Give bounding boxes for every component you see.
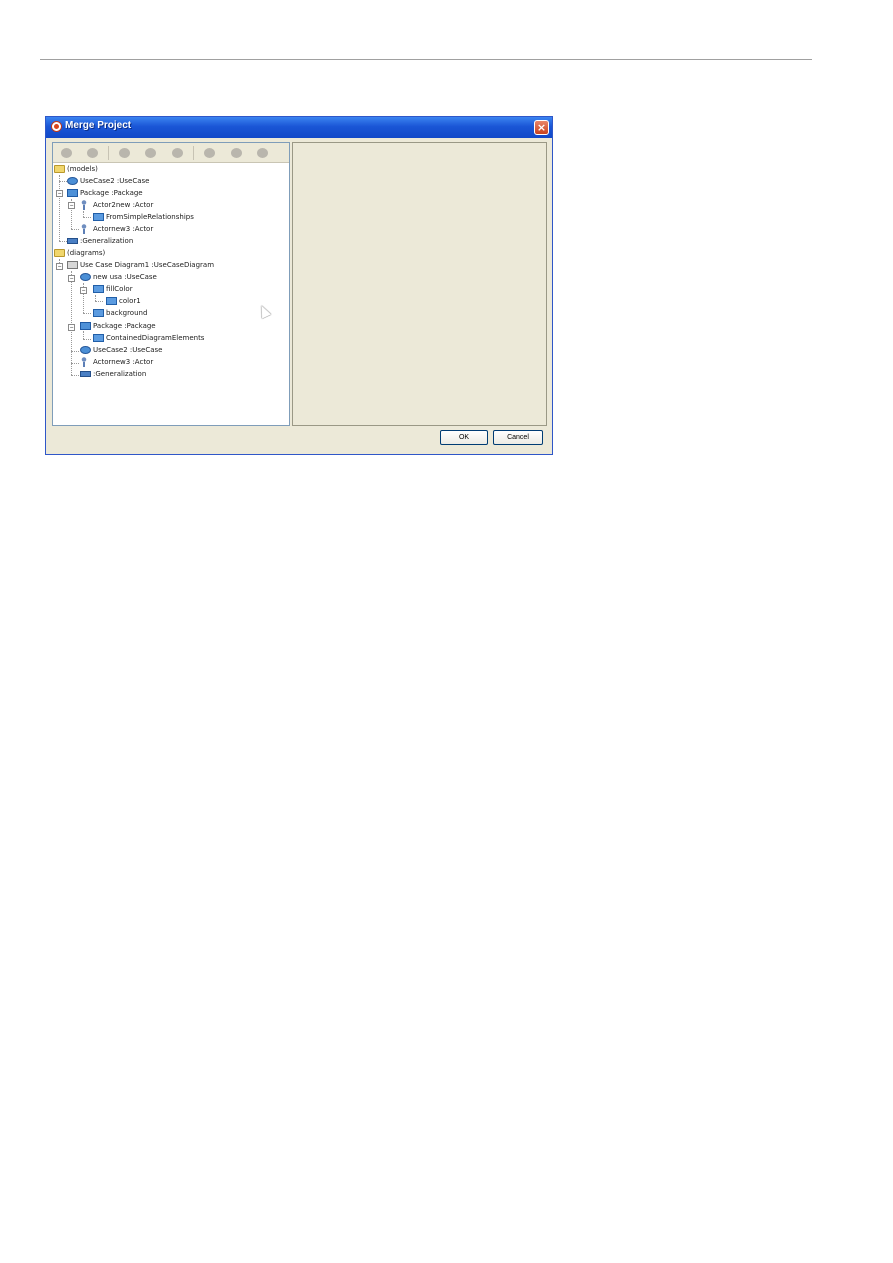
usecase-icon [67, 177, 78, 185]
tree-connector [83, 339, 91, 340]
tree-node-label: color1 [119, 297, 141, 305]
property-icon [93, 334, 104, 342]
property-icon [93, 285, 104, 293]
collapse-toggle[interactable]: − [56, 263, 63, 270]
collapse-icon[interactable] [230, 147, 242, 159]
package-icon [67, 189, 78, 197]
tree-connector [71, 351, 79, 352]
tree-node-label: Package :Package [80, 189, 143, 197]
tree-connector [83, 313, 91, 314]
tree-node-label: FromSimpleRelationships [106, 213, 194, 221]
page-header-rule [40, 59, 812, 60]
close-button[interactable]: × [534, 120, 549, 135]
generalization-icon [80, 371, 91, 377]
merge-tree[interactable]: − − − − − − (models) UseCase2 :UseCase P… [53, 163, 289, 425]
property-icon [93, 213, 104, 221]
model-tree-pane: − − − − − − (models) UseCase2 :UseCase P… [52, 142, 290, 426]
tree-node-label: Package :Package [93, 322, 156, 330]
collapse-toggle[interactable]: − [68, 324, 75, 331]
folder-icon [54, 249, 65, 257]
collapse-toggle[interactable]: − [56, 190, 63, 197]
tree-node-label: UseCase2 :UseCase [80, 177, 150, 185]
merge-toolbar [53, 143, 289, 163]
actor-icon [80, 224, 88, 234]
usecase-icon [80, 346, 91, 354]
generalization-icon [67, 238, 78, 244]
tree-connector [83, 331, 84, 339]
package-icon [80, 322, 91, 330]
tree-connector [59, 181, 67, 182]
tree-node-label: Actornew3 :Actor [93, 225, 154, 233]
refresh-icon[interactable] [256, 147, 268, 159]
tree-connector [83, 217, 91, 218]
tree-connector [71, 271, 72, 375]
tree-connector [59, 241, 67, 242]
accept-icon[interactable] [118, 147, 130, 159]
folder-icon [54, 165, 65, 173]
tree-node-label: UseCase2 :UseCase [93, 346, 163, 354]
tree-node-label: fillColor [106, 285, 133, 293]
cancel-button[interactable]: Cancel [493, 430, 543, 445]
toolbar-separator [108, 146, 109, 160]
reject-icon[interactable] [144, 147, 156, 159]
tree-node-label: :Generalization [80, 237, 134, 245]
tree-node-label: :Generalization [93, 370, 147, 378]
merge-left-icon[interactable] [60, 147, 72, 159]
window-title: Merge Project [65, 120, 132, 131]
title-bar[interactable]: Merge Project × [46, 117, 552, 138]
merge-project-dialog: Merge Project × − − − − − − (models) Use… [45, 116, 553, 455]
tree-node-label: Actornew3 :Actor [93, 358, 154, 366]
tree-node-label: new usa :UseCase [93, 273, 157, 281]
details-pane [292, 142, 547, 426]
toolbar-separator [193, 146, 194, 160]
tree-connector [71, 363, 79, 364]
tree-node-label: background [106, 309, 148, 317]
collapse-toggle[interactable]: − [80, 287, 87, 294]
tree-node-label: (models) [67, 165, 98, 173]
tree-node-label: Use Case Diagram1 :UseCaseDiagram [80, 261, 215, 269]
expand-icon[interactable] [203, 147, 215, 159]
tree-node-label: (diagrams) [67, 249, 106, 257]
tree-node-label: Actor2new :Actor [93, 201, 154, 209]
tree-node-label: ContainedDiagramElements [106, 334, 205, 342]
property-icon [93, 309, 104, 317]
actor-icon [80, 200, 88, 210]
app-icon [51, 121, 62, 132]
collapse-toggle[interactable]: − [68, 275, 75, 282]
merge-right-icon[interactable] [86, 147, 98, 159]
skip-icon[interactable] [171, 147, 183, 159]
usecase-icon [80, 273, 91, 281]
property-icon [106, 297, 117, 305]
tree-connector [59, 175, 60, 241]
tree-connector [71, 229, 79, 230]
collapse-toggle[interactable]: − [68, 202, 75, 209]
ok-button[interactable]: OK [440, 430, 488, 445]
tree-connector [95, 301, 103, 302]
diagram-icon [67, 261, 78, 269]
actor-icon [80, 357, 88, 367]
tree-connector [71, 375, 79, 376]
